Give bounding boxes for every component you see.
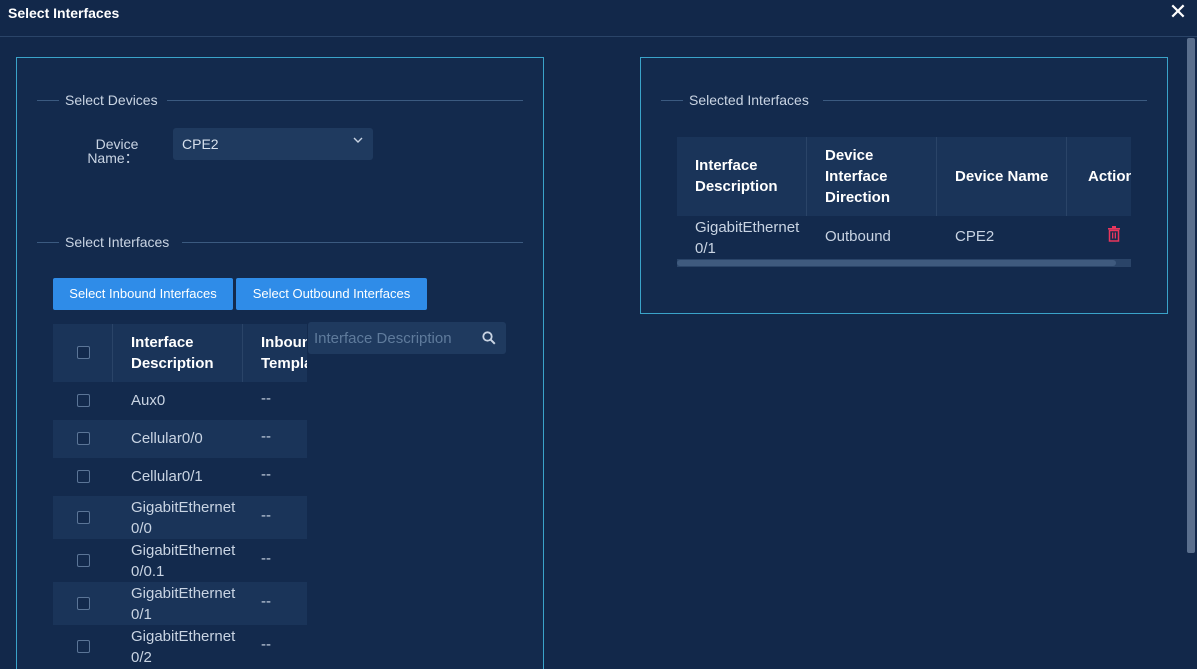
device-name-select[interactable]: CPE2 <box>173 128 373 160</box>
table-row[interactable]: Aux0 -- <box>53 382 307 420</box>
chevron-down-icon <box>353 135 363 148</box>
col-inbound-template: Inbound Template <box>261 334 307 372</box>
interfaces-table: Interface Description Inbound Template A… <box>53 324 307 669</box>
device-name-value: CPE2 <box>182 136 219 152</box>
selected-interfaces-section: Selected Interfaces <box>661 92 1147 108</box>
table-header: Interface Description Device Interface D… <box>677 137 1131 216</box>
col-interface-description: Interface Description <box>677 137 807 216</box>
vertical-scrollbar[interactable] <box>1187 38 1195 553</box>
col-action: Action <box>1088 168 1131 185</box>
row-checkbox[interactable] <box>77 597 90 610</box>
row-checkbox[interactable] <box>77 554 90 567</box>
section-title-selected: Selected Interfaces <box>689 92 809 108</box>
select-all-checkbox[interactable] <box>77 346 90 359</box>
scrollbar-thumb[interactable] <box>677 260 1116 266</box>
select-devices-section: Select Devices <box>37 92 523 108</box>
row-checkbox[interactable] <box>77 470 90 483</box>
select-interfaces-section: Select Interfaces <box>37 234 523 250</box>
dialog-titlebar: Select Interfaces ✕ <box>0 0 1197 37</box>
dialog-title: Select Interfaces <box>8 5 120 21</box>
device-name-label: Device Name： <box>87 136 139 166</box>
row-checkbox[interactable] <box>77 432 90 445</box>
search-input[interactable] <box>308 322 478 354</box>
table-header: Interface Description Inbound Template <box>53 324 307 382</box>
interface-search[interactable] <box>308 322 506 354</box>
table-row[interactable]: GigabitEthernet 0/0.1 -- <box>53 539 307 582</box>
search-icon[interactable] <box>482 331 496 345</box>
delete-icon[interactable] <box>1107 226 1121 242</box>
col-direction: Device Interface Direction <box>807 137 937 216</box>
col-interface-description: Interface Description <box>113 324 243 382</box>
table-row[interactable]: GigabitEthernet 0/1 -- <box>53 582 307 625</box>
section-title-devices: Select Devices <box>65 92 158 108</box>
table-row[interactable]: Cellular0/0 -- <box>53 420 307 458</box>
table-row[interactable]: GigabitEthernet 0/2 -- <box>53 625 307 668</box>
table-row: GigabitEthernet 0/1 Outbound CPE2 <box>677 216 1131 258</box>
row-checkbox[interactable] <box>77 640 90 653</box>
table-row[interactable]: Cellular0/1 -- <box>53 458 307 496</box>
selected-table: Interface Description Device Interface D… <box>677 137 1131 267</box>
select-inbound-button[interactable]: Select Inbound Interfaces <box>53 278 233 310</box>
select-outbound-button[interactable]: Select Outbound Interfaces <box>236 278 427 310</box>
close-icon[interactable]: ✕ <box>1168 1 1188 23</box>
section-title-interfaces: Select Interfaces <box>65 234 170 250</box>
row-checkbox[interactable] <box>77 394 90 407</box>
table-row[interactable]: GigabitEthernet 0/0 -- <box>53 496 307 539</box>
col-device-name: Device Name <box>937 137 1067 216</box>
row-checkbox[interactable] <box>77 511 90 524</box>
horizontal-scrollbar[interactable] <box>677 259 1131 267</box>
